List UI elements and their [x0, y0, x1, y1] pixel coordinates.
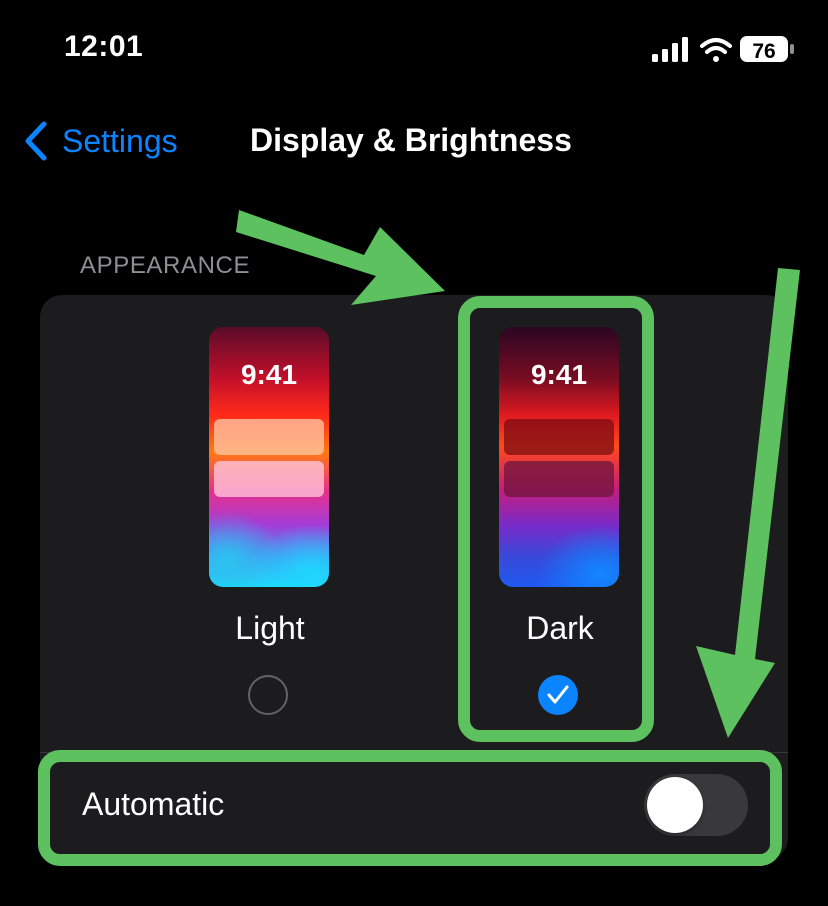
arrow-to-automatic-toggle: [696, 268, 800, 738]
annotation-arrows: [236, 210, 800, 738]
arrow-to-dark-option: [236, 210, 445, 305]
